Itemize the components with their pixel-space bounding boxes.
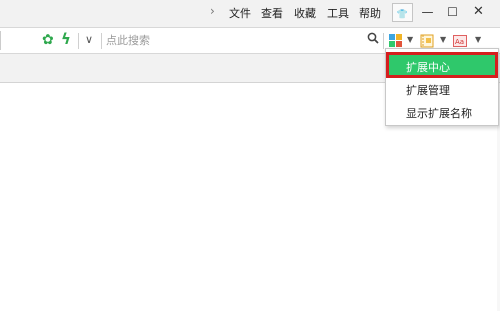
maximize-button[interactable]: ☐ (442, 3, 463, 22)
search-icon[interactable] (367, 32, 379, 48)
menu-item-label: 扩展中心 (406, 61, 450, 74)
chevron-right-icon[interactable]: › (210, 4, 215, 18)
search-input[interactable] (106, 32, 364, 49)
minimize-button[interactable]: — (417, 3, 438, 22)
svg-text:Aa: Aa (455, 38, 464, 46)
title-bar: › 文件 查看 收藏 工具 帮助 👕 — ☐ ✕ (0, 0, 500, 27)
caret-down-icon[interactable]: ▼ (407, 35, 413, 44)
skin-button[interactable]: 👕 (392, 3, 413, 22)
security-gear-icon[interactable]: ✿ (42, 33, 54, 47)
caret-down-icon[interactable]: ▼ (475, 35, 481, 44)
minimize-icon: — (421, 5, 434, 19)
close-button[interactable]: ✕ (468, 3, 489, 22)
caret-down-icon[interactable]: ▼ (440, 35, 446, 44)
menu-tools[interactable]: 工具 (327, 5, 349, 21)
menu-item-extension-manage[interactable]: 扩展管理 (406, 82, 450, 98)
chevron-down-icon[interactable]: ∨ (85, 34, 93, 46)
divider (101, 33, 102, 49)
address-field-edge (0, 31, 1, 50)
menu-view[interactable]: 查看 (261, 5, 283, 21)
menu-help[interactable]: 帮助 (359, 5, 381, 21)
menu-item-show-extension-names[interactable]: 显示扩展名称 (406, 105, 472, 121)
extensions-dropdown-menu: 扩展中心 扩展管理 显示扩展名称 (385, 48, 499, 126)
menu-favorites[interactable]: 收藏 (294, 5, 316, 21)
shirt-icon: 👕 (396, 10, 409, 20)
menu-file[interactable]: 文件 (229, 5, 251, 21)
divider (383, 33, 384, 49)
maximize-icon: ☐ (447, 5, 458, 19)
lightning-icon[interactable]: ϟ (61, 32, 71, 47)
menu-item-extension-center[interactable]: 扩展中心 (386, 52, 498, 78)
divider (78, 33, 79, 49)
close-icon: ✕ (473, 4, 484, 19)
